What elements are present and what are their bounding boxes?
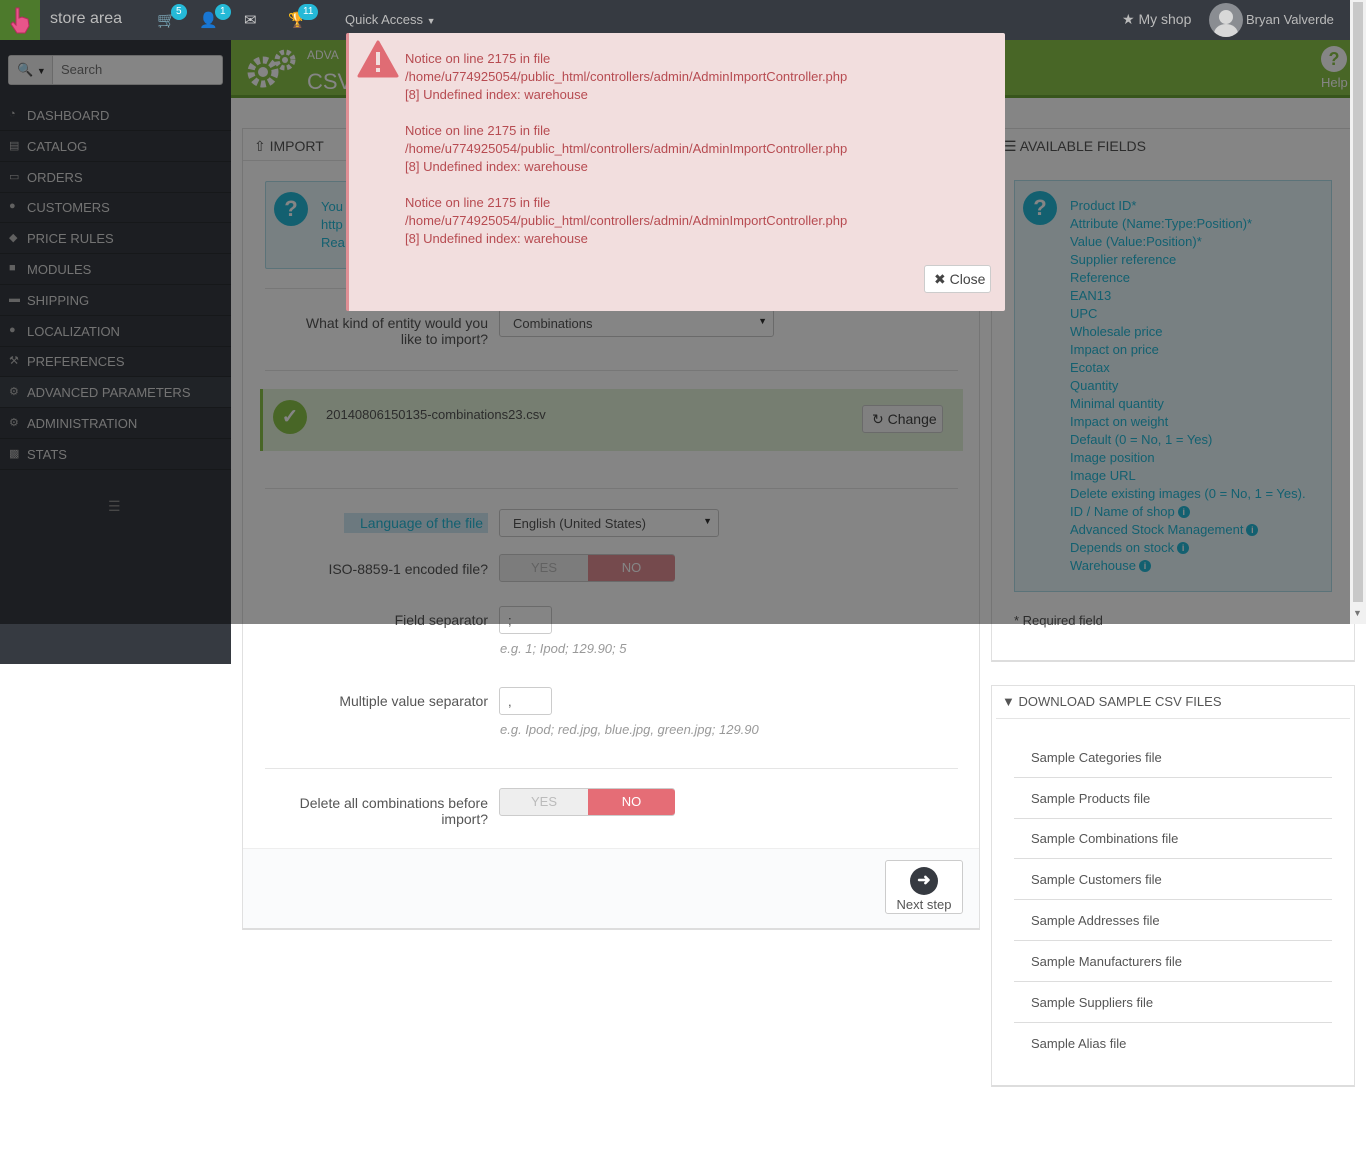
error-line: Notice on line 2175 in file (405, 195, 551, 210)
close-icon: ✖ (934, 271, 946, 287)
field-separator-help: e.g. 1; Ipod; 129.90; 5 (500, 641, 627, 656)
delete-label-line: import? (441, 811, 488, 827)
brand-name[interactable]: store area (50, 10, 122, 28)
divider (996, 718, 1350, 719)
sample-file-link[interactable]: Sample Categories file (1014, 737, 1332, 778)
error-line: /home/u774925054/public_html/controllers… (405, 213, 848, 228)
multiple-separator-label: Multiple value separator (339, 693, 488, 709)
my-shop-label: My shop (1138, 11, 1192, 27)
scroll-down-arrow-icon[interactable]: ▼ (1353, 608, 1362, 618)
warning-icon (357, 40, 399, 78)
sample-file-link[interactable]: Sample Alias file (1014, 1023, 1332, 1064)
sample-file-link[interactable]: Sample Addresses file (1014, 900, 1332, 941)
star-icon: ★ (1122, 11, 1135, 27)
sample-file-link[interactable]: Sample Products file (1014, 778, 1332, 819)
error-line: [8] Undefined index: warehouse (405, 231, 588, 246)
close-label: Close (949, 271, 986, 287)
prestashop-logo-icon[interactable] (0, 0, 40, 40)
delete-combinations-label: Delete all combinations before import? (268, 795, 488, 827)
error-line: /home/u774925054/public_html/controllers… (405, 141, 848, 156)
next-step-button[interactable]: ➜ Next step (885, 860, 963, 914)
sample-files-title: ▼ DOWNLOAD SAMPLE CSV FILES (1002, 694, 1222, 709)
toggle-no[interactable]: NO (588, 789, 675, 815)
multiple-separator-help: e.g. Ipod; red.jpg, blue.jpg, green.jpg;… (500, 722, 759, 737)
sample-file-link[interactable]: Sample Combinations file (1014, 818, 1332, 859)
sample-file-link[interactable]: Sample Customers file (1014, 859, 1332, 900)
divider (265, 768, 958, 769)
customers-badge: 1 (215, 4, 231, 20)
multiple-separator-input[interactable]: , (499, 687, 552, 715)
quick-access-dropdown[interactable]: Quick Access ▼ (345, 12, 436, 27)
sample-files-label: DOWNLOAD SAMPLE CSV FILES (1018, 694, 1222, 709)
error-line: [8] Undefined index: warehouse (405, 159, 588, 174)
next-step-label: Next step (896, 897, 952, 912)
scrollbar-thumb[interactable] (1353, 2, 1363, 602)
orders-badge: 5 (171, 4, 187, 20)
delete-label-line: Delete all combinations before (299, 795, 488, 811)
close-button[interactable]: ✖ Close (924, 265, 991, 293)
sample-file-link[interactable]: Sample Suppliers file (1014, 982, 1332, 1023)
avatar[interactable] (1209, 3, 1243, 37)
quick-access-label: Quick Access (345, 12, 424, 27)
error-line: [8] Undefined index: warehouse (405, 87, 588, 102)
arrow-right-icon: ➜ (910, 867, 938, 895)
caret-down-icon: ▼ (426, 16, 436, 26)
error-line: Notice on line 2175 in file (405, 51, 551, 66)
sample-file-link[interactable]: Sample Manufacturers file (1014, 941, 1332, 982)
panel-footer (243, 848, 979, 928)
download-icon: ▼ (1002, 694, 1015, 709)
envelope-icon[interactable]: ✉ (244, 11, 257, 29)
user-name[interactable]: Bryan Valverde (1246, 12, 1334, 27)
my-shop-link[interactable]: ★ My shop (1122, 11, 1191, 28)
trophy-badge: 11 (298, 4, 319, 20)
delete-combinations-toggle[interactable]: YES NO (499, 788, 675, 816)
error-line: /home/u774925054/public_html/controllers… (405, 69, 848, 84)
error-modal: Notice on line 2175 in file /home/u77492… (346, 33, 1005, 311)
toggle-yes[interactable]: YES (500, 789, 588, 815)
error-line: Notice on line 2175 in file (405, 123, 551, 138)
